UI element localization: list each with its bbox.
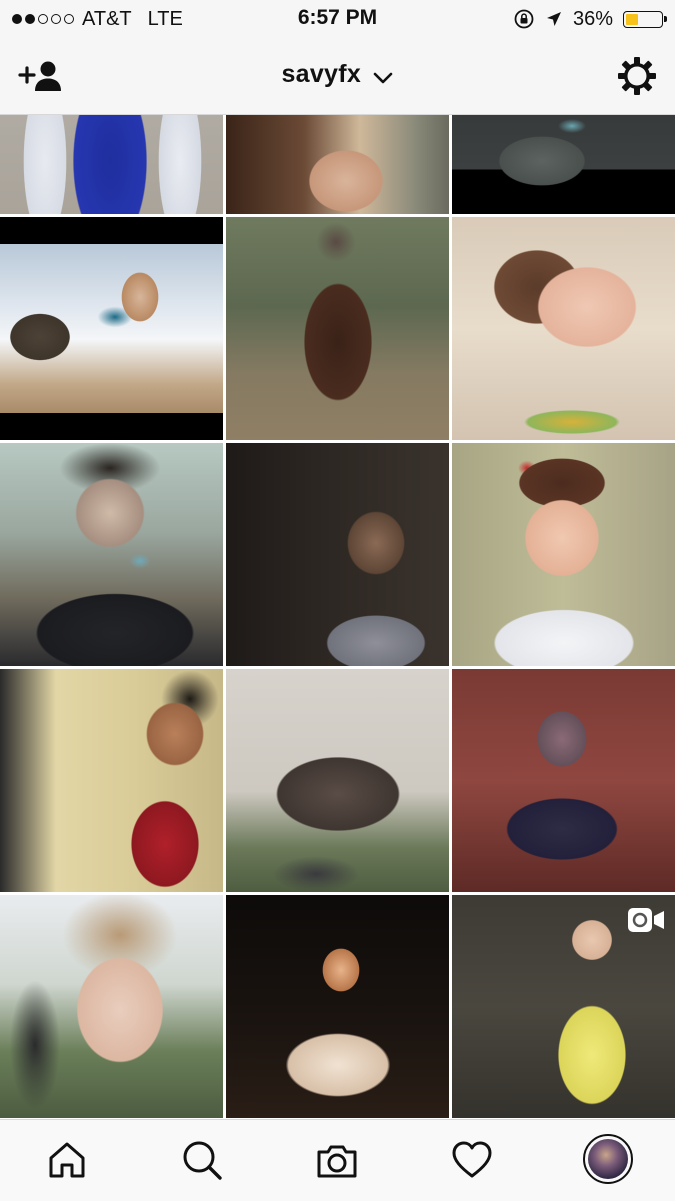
battery-percent: 36% [572, 7, 613, 30]
post-thumbnail[interactable] [0, 443, 223, 666]
post-thumbnail[interactable] [452, 669, 675, 892]
post-thumbnail[interactable] [452, 895, 675, 1118]
post-thumbnail[interactable] [226, 895, 449, 1118]
heart-icon[interactable] [450, 1138, 494, 1182]
home-icon[interactable] [45, 1138, 89, 1182]
status-bar: AT&T LTE 6:57 PM 36% [0, 0, 675, 38]
status-right: 36% [513, 6, 667, 32]
post-thumbnail[interactable] [226, 669, 449, 892]
post-thumbnail[interactable] [0, 115, 223, 214]
post-thumbnail[interactable] [0, 895, 223, 1118]
username-title[interactable]: savyfx [281, 60, 361, 88]
camera-icon[interactable] [315, 1138, 359, 1182]
profile-header: savyfx [0, 38, 675, 115]
post-thumbnail[interactable] [452, 115, 675, 214]
profile-avatar[interactable] [583, 1134, 633, 1184]
video-camera-icon [628, 908, 664, 932]
post-thumbnail[interactable] [452, 443, 675, 666]
bottom-tab-bar [0, 1119, 675, 1201]
account-switcher[interactable]: savyfx [0, 60, 675, 89]
post-thumbnail[interactable] [0, 217, 223, 440]
avatar [588, 1139, 628, 1179]
post-thumbnail[interactable] [226, 217, 449, 440]
post-thumbnail[interactable] [226, 443, 449, 666]
photo-grid [0, 115, 675, 1119]
battery-icon [623, 10, 667, 28]
post-thumbnail[interactable] [226, 115, 449, 214]
rotation-lock-icon [514, 9, 534, 29]
post-thumbnail[interactable] [452, 217, 675, 440]
gear-icon[interactable] [617, 56, 657, 96]
location-arrow-icon [546, 12, 561, 26]
search-icon[interactable] [180, 1138, 224, 1182]
post-thumbnail[interactable] [0, 669, 223, 892]
battery-level [626, 13, 639, 25]
chevron-down-icon[interactable] [372, 71, 394, 85]
